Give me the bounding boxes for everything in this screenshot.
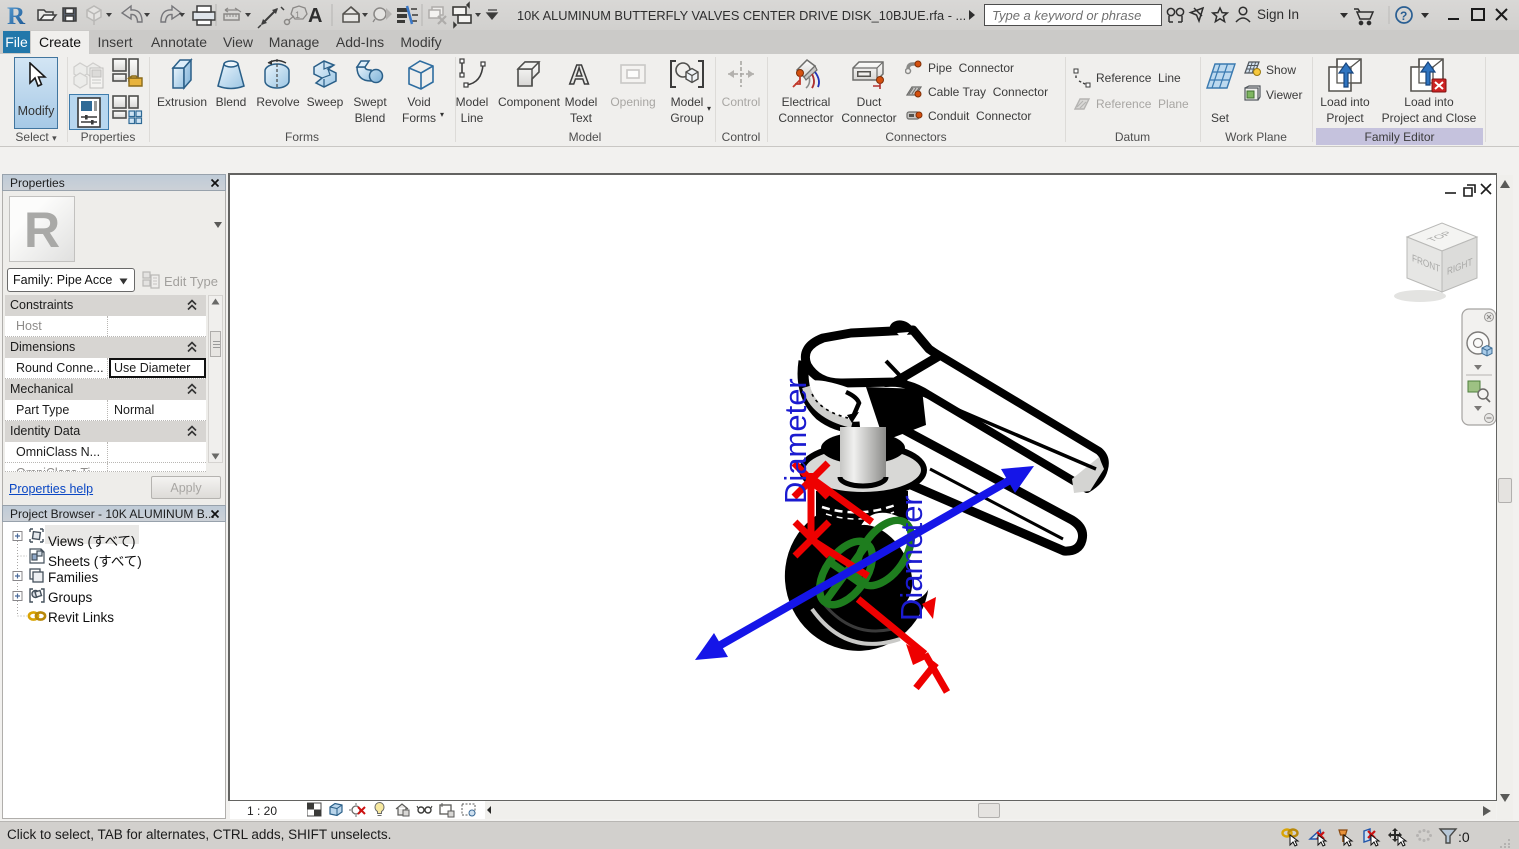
svg-text:?: ? [1400, 9, 1407, 23]
svg-text:1: 1 [295, 10, 300, 20]
svg-text::0: :0 [1458, 829, 1470, 845]
svg-text:A: A [308, 5, 322, 27]
svg-text:Diameter: Diameter [894, 495, 929, 621]
svg-text:A: A [569, 59, 589, 90]
svg-text:R: R [7, 3, 26, 30]
svg-text:Diameter: Diameter [778, 378, 813, 504]
